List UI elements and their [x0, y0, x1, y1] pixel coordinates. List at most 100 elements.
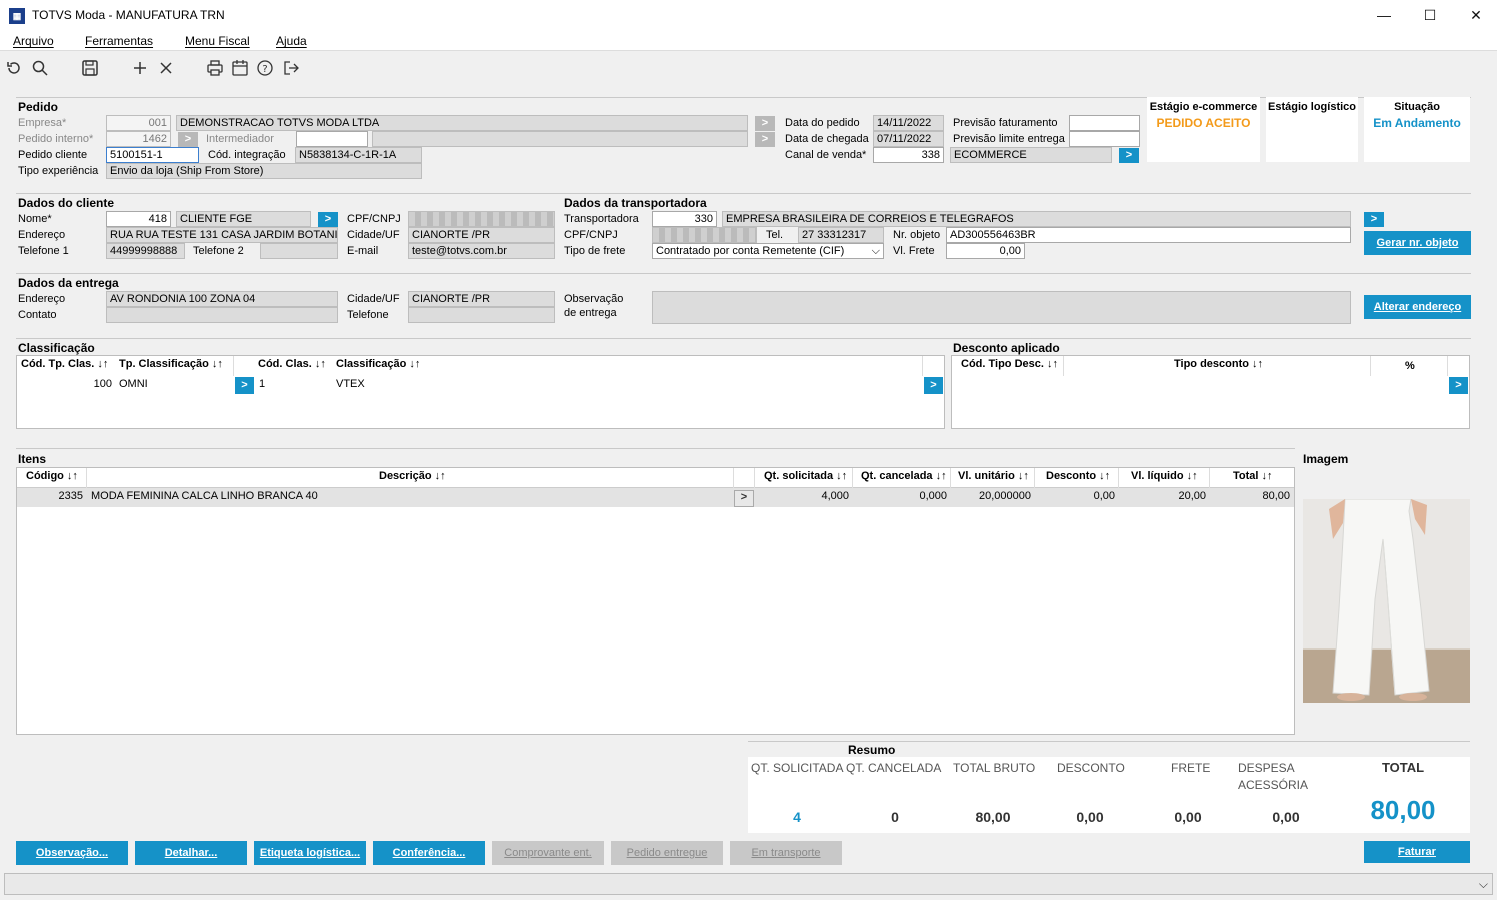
clas-tp-cell: OMNI — [119, 378, 148, 390]
col-tp-classificacao[interactable]: Tp. Classificação ↓↑ — [119, 358, 223, 370]
observacao-button[interactable]: Observação... — [16, 841, 128, 865]
col-codigo[interactable]: Código ↓↑ — [26, 470, 78, 482]
menu-arquivo[interactable]: Arquivo — [13, 34, 54, 48]
cliente-email-label: E-mail — [347, 245, 379, 257]
faturar-button[interactable]: Faturar — [1364, 841, 1470, 863]
canal-venda-lookup-button[interactable]: > — [1119, 148, 1139, 163]
pedido-cliente-input[interactable]: 5100151-1 — [106, 147, 199, 163]
cliente-telefone1-label: Telefone 1 — [18, 245, 69, 257]
intermediador-label: Intermediador — [206, 133, 274, 145]
clas-tp-lookup-button[interactable]: > — [235, 377, 254, 394]
vl-frete-label: Vl. Frete — [893, 245, 935, 257]
observacao-entrega-label: Observação — [564, 293, 624, 305]
cliente-lookup-button[interactable]: > — [318, 212, 338, 227]
print-icon[interactable] — [205, 58, 225, 78]
col-classificacao[interactable]: Classificação ↓↑ — [336, 358, 420, 370]
col-divider — [1447, 356, 1448, 376]
transportadora-section-title: Dados da transportadora — [564, 196, 707, 210]
previsao-limite-label: Previsão limite entrega — [953, 133, 1065, 145]
itens-section-title: Itens — [18, 452, 47, 466]
status-bar[interactable]: ⌵ — [4, 873, 1493, 895]
em-transporte-button[interactable]: Em transporte — [730, 841, 842, 865]
col-vl-unitario[interactable]: Vl. unitário ↓↑ — [958, 470, 1029, 482]
col-vl-liquido[interactable]: Vl. líquido ↓↑ — [1131, 470, 1198, 482]
desconto-lookup-button[interactable]: > — [1449, 377, 1468, 394]
delete-icon[interactable] — [156, 58, 176, 78]
status-bar-chevron-down-icon[interactable]: ⌵ — [1479, 877, 1488, 892]
save-icon[interactable] — [80, 58, 100, 78]
minimize-button[interactable]: — — [1361, 0, 1407, 31]
vl-frete-input[interactable]: 0,00 — [946, 243, 1025, 259]
gerar-nr-objeto-button[interactable]: Gerar nr. objeto — [1364, 231, 1471, 255]
previsao-faturamento-input[interactable] — [1069, 115, 1140, 131]
exit-icon[interactable] — [281, 58, 301, 78]
col-cod-tp-clas[interactable]: Cód. Tp. Clas. ↓↑ — [21, 358, 108, 370]
previsao-limite-input[interactable] — [1069, 131, 1140, 147]
close-button[interactable]: ✕ — [1453, 0, 1497, 31]
col-qt-solicitada[interactable]: Qt. solicitada ↓↑ — [764, 470, 847, 482]
refresh-icon[interactable] — [4, 58, 24, 78]
col-total[interactable]: Total ↓↑ — [1233, 470, 1273, 482]
cliente-code-input[interactable]: 418 — [106, 211, 171, 227]
alterar-endereco-button[interactable]: Alterar endereço — [1364, 295, 1471, 319]
item-vl-unitario-cell: 20,000000 — [979, 490, 1031, 502]
cliente-endereco-label: Endereço — [18, 229, 66, 241]
intermediador-lookup-button[interactable]: > — [755, 132, 775, 147]
col-divider — [754, 468, 755, 488]
col-qt-cancelada[interactable]: Qt. cancelada ↓↑ — [861, 470, 947, 482]
nr-objeto-input[interactable]: AD300556463BR — [946, 227, 1351, 243]
resumo-despesa-label-2: ACESSÓRIA — [1238, 778, 1309, 792]
entrega-cidade-label: Cidade/UF — [347, 293, 400, 305]
transportadora-code-input[interactable]: 330 — [652, 211, 717, 227]
tipo-frete-value: Contratado por conta Remetente (CIF) — [656, 245, 845, 257]
pedido-entregue-button[interactable]: Pedido entregue — [611, 841, 723, 865]
classificacao-section-title: Classificação — [18, 341, 95, 355]
col-divider — [1118, 468, 1119, 488]
search-icon[interactable] — [30, 58, 50, 78]
col-descricao[interactable]: Descrição ↓↑ — [379, 470, 446, 482]
col-desconto[interactable]: Desconto ↓↑ — [1046, 470, 1110, 482]
etiqueta-logistica-button[interactable]: Etiqueta logística... — [254, 841, 366, 865]
cliente-cpf-label: CPF/CNPJ — [347, 213, 401, 225]
col-tipo-desconto[interactable]: Tipo desconto ↓↑ — [1174, 358, 1263, 370]
cod-integracao-label: Cód. integração — [208, 149, 286, 161]
resumo-qt-solicitada-value: 4 — [793, 809, 801, 825]
tipo-frete-label: Tipo de frete — [564, 245, 626, 257]
col-divider — [1370, 356, 1371, 376]
col-percent[interactable]: % — [1405, 360, 1415, 372]
canal-venda-code-input[interactable]: 338 — [873, 147, 944, 163]
entrega-contato-field — [106, 307, 338, 323]
tipo-frete-select[interactable]: Contratado por conta Remetente (CIF) ⌵ — [652, 243, 884, 259]
transportadora-lookup-button[interactable]: > — [1364, 212, 1384, 227]
calendar-icon[interactable] — [230, 58, 250, 78]
entrega-telefone-label: Telefone — [347, 309, 389, 321]
resumo-qt-cancelada-value: 0 — [891, 809, 899, 825]
col-divider — [852, 468, 853, 488]
add-icon[interactable] — [130, 58, 150, 78]
pedido-interno-lookup-button[interactable]: > — [178, 132, 198, 147]
cliente-cidade-field: CIANORTE /PR — [408, 227, 555, 243]
maximize-button[interactable]: ☐ — [1407, 0, 1453, 31]
observacao-entrega-label-2: de entrega — [564, 307, 617, 319]
cliente-section-title: Dados do cliente — [18, 196, 115, 210]
cliente-cidade-label: Cidade/UF — [347, 229, 400, 241]
item-descricao-cell: MODA FEMININA CALCA LINHO BRANCA 40 — [91, 490, 318, 502]
comprovante-entrega-button[interactable]: Comprovante ent. — [492, 841, 604, 865]
intermediador-code-field[interactable] — [296, 131, 368, 147]
menu-ferramentas[interactable]: Ferramentas — [85, 34, 153, 48]
empresa-label: Empresa* — [18, 117, 67, 129]
transportadora-tel-label: Tel. — [766, 229, 784, 241]
col-cod-clas[interactable]: Cód. Clas. ↓↑ — [258, 358, 326, 370]
item-detail-button[interactable]: > — [734, 490, 754, 507]
help-icon[interactable]: ? — [255, 58, 275, 78]
detalhar-button[interactable]: Detalhar... — [135, 841, 247, 865]
clas-lookup-button[interactable]: > — [924, 377, 943, 394]
empresa-lookup-button[interactable]: > — [755, 116, 775, 131]
empresa-name-field: DEMONSTRACAO TOTVS MODA LTDA — [176, 115, 748, 131]
transportadora-cpf-field — [652, 227, 757, 243]
conferencia-button[interactable]: Conferência... — [373, 841, 485, 865]
data-pedido-label: Data do pedido — [785, 117, 860, 129]
col-cod-tipo-desc[interactable]: Cód. Tipo Desc. ↓↑ — [961, 358, 1058, 370]
menu-ajuda[interactable]: Ajuda — [276, 34, 307, 48]
menu-menu-fiscal[interactable]: Menu Fiscal — [185, 34, 250, 48]
